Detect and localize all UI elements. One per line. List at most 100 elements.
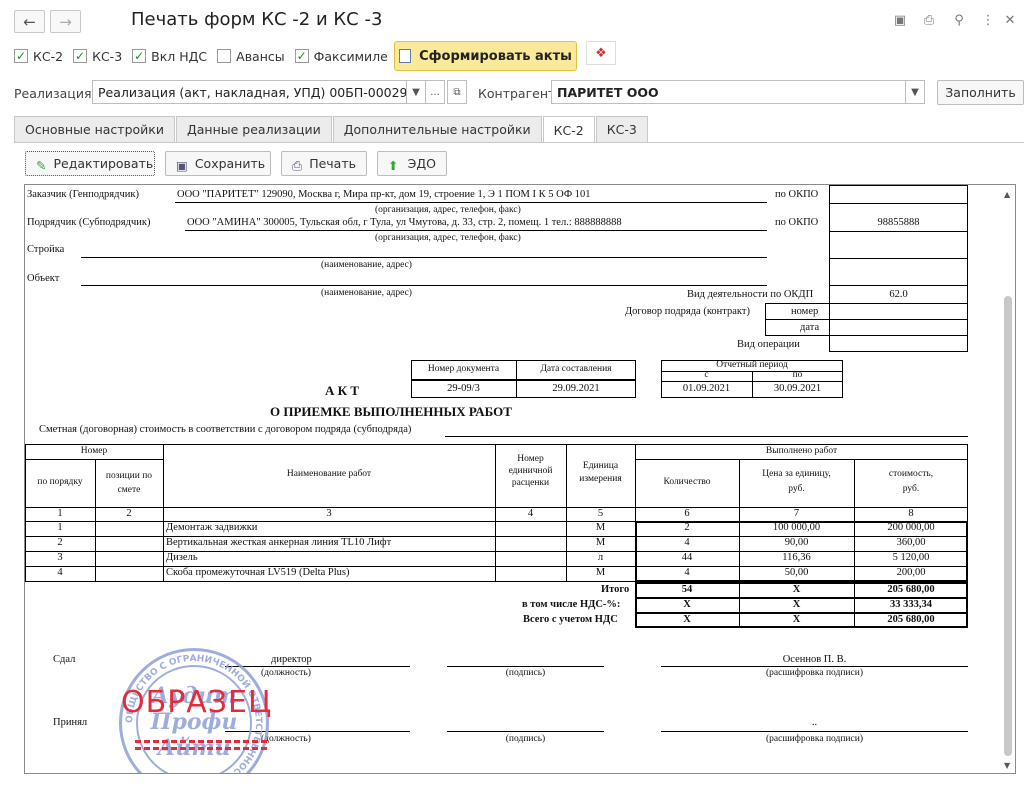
window-title: Печать форм КС -2 и КС -3	[131, 9, 383, 30]
docdate-value: 29.09.2021	[552, 383, 600, 394]
document-preview[interactable]: Заказчик (Генподрядчик) ООО "ПАРИТЕТ" 12…	[24, 184, 1016, 774]
back-button[interactable]: ←	[14, 10, 45, 33]
customer-value: ООО "ПАРИТЕТ" 129090, Москва г, Мира пр-…	[177, 189, 591, 200]
edit-button[interactable]: ✎ Редактировать	[25, 151, 155, 176]
contractor-value: ООО "АМИНА" 300005, Тульская обл, г Тула…	[187, 217, 622, 228]
period-to-label: по	[792, 370, 803, 380]
h-unit1: Единица	[582, 461, 619, 471]
position-caption: (должность)	[261, 668, 311, 678]
period-header: Отчетный период	[716, 360, 788, 370]
checkbox-checked-icon: ✓	[14, 49, 28, 63]
col-num-8: 8	[908, 508, 914, 519]
checkbox-checked-icon: ✓	[294, 49, 309, 63]
col-num-3: 3	[326, 508, 332, 519]
checkbox-advances[interactable]: Авансы	[217, 49, 285, 64]
vertical-scrollbar[interactable]: ▲ ▼	[1001, 186, 1015, 773]
col-num-5: 5	[597, 508, 604, 519]
open-icon[interactable]: ⧉	[447, 80, 467, 104]
realization-dropdown[interactable]: ▼	[406, 80, 426, 104]
realization-field[interactable]: Реализация (акт, накладная, УПД) 00БП-00…	[92, 80, 407, 104]
printer-icon[interactable]: ⎙	[919, 10, 939, 30]
handed-label: Сдал	[53, 654, 76, 665]
customer-label: Заказчик (Генподрядчик)	[27, 189, 139, 200]
h-qty: Количество	[663, 477, 711, 487]
okdp-value: 62.0	[889, 289, 908, 300]
docnum-value: 29-09/3	[447, 383, 480, 394]
checkbox-vat[interactable]: ✓ Вкл НДС	[132, 49, 207, 64]
counterparty-label: Контрагент:	[478, 86, 560, 101]
counterparty-field[interactable]: ПАРИТЕТ ООО	[551, 80, 906, 104]
org-caption: (организация, адрес, телефон, факс)	[375, 233, 521, 243]
okpo-label: по ОКПО	[775, 217, 819, 228]
scrollbar-thumb[interactable]	[1004, 296, 1012, 756]
col-num-2: 2	[126, 508, 132, 519]
tab-additional-settings[interactable]: Дополнительные настройки	[332, 116, 542, 142]
chevron-down-icon: ▼	[412, 86, 420, 98]
date-label: дата	[800, 322, 820, 333]
checkbox-ks3[interactable]: ✓ КС-3	[73, 49, 122, 64]
total-label: Итого	[601, 584, 630, 595]
forward-button[interactable]: →	[50, 10, 81, 33]
estimate-text: Сметная (договорная) стоимость в соответ…	[39, 424, 412, 435]
col-num-7: 7	[793, 508, 800, 519]
position-caption: (должность)	[261, 734, 311, 744]
document-icon	[399, 49, 412, 63]
h-name: Наименование работ	[286, 469, 372, 479]
scroll-up-icon[interactable]: ▲	[1004, 190, 1010, 199]
col-num-4: 4	[527, 508, 534, 519]
name-caption: (наименование, адрес)	[321, 288, 412, 298]
tab-main-settings[interactable]: Основные настройки	[14, 116, 175, 142]
generate-acts-button[interactable]: Сформировать акты	[394, 41, 577, 71]
counterparty-dropdown[interactable]: ▼	[905, 80, 925, 104]
close-icon[interactable]: ✕	[1000, 10, 1020, 30]
checkbox-facsimile[interactable]: ✓ Факсимиле	[294, 49, 388, 64]
received-label: Принял	[53, 717, 88, 728]
col-num-1: 1	[57, 508, 63, 519]
vat-label: в том числе НДС-%:	[522, 599, 621, 610]
save-button[interactable]: ▣ Сохранить	[165, 151, 271, 176]
edo-button[interactable]: ⬆ ЭДО	[377, 151, 447, 176]
vat-cost: 33 333,34	[890, 599, 932, 610]
stamp-underline	[135, 747, 267, 750]
received-name: ..	[811, 717, 818, 728]
grand-x2: X	[792, 614, 801, 625]
realization-label: Реализация:	[14, 86, 96, 101]
h-cost1: стоимость,	[888, 469, 934, 479]
checkbox-ks2[interactable]: ✓ КС-2	[14, 49, 63, 64]
h-pos1: позиции по	[105, 471, 153, 481]
logo-icon[interactable]: ❖	[586, 41, 616, 65]
handed-position: директор	[271, 654, 312, 665]
more-icon[interactable]: ⋮	[978, 10, 998, 30]
fill-button[interactable]: Заполнить	[937, 80, 1024, 105]
h-order: по порядку	[37, 477, 83, 487]
h-unitnum1: Номер	[517, 454, 544, 464]
h-pos2: смете	[117, 485, 141, 495]
grand-label: Всего с учетом НДС	[523, 614, 618, 625]
period-to: 30.09.2021	[773, 383, 822, 394]
tab-realization-data[interactable]: Данные реализации	[175, 116, 332, 142]
col-num-6: 6	[684, 508, 690, 519]
docdate-header: Дата составления	[540, 364, 612, 374]
realization-select[interactable]: ...	[425, 80, 445, 104]
tab-ks3[interactable]: КС-3	[595, 116, 648, 142]
tab-ks2[interactable]: КС-2	[542, 116, 595, 143]
operation-label: Вид операции	[737, 339, 800, 350]
okpo-label: по ОКПО	[775, 189, 819, 200]
chevron-down-icon: ▼	[911, 86, 919, 98]
handed-name: Осеннов П. В.	[782, 654, 847, 665]
h-done: Выполнено работ	[765, 446, 838, 456]
save-icon[interactable]: ▣	[890, 10, 910, 30]
scroll-down-icon[interactable]: ▼	[1004, 761, 1010, 770]
h-unit2: измерения	[579, 474, 622, 484]
sign-caption: (подпись)	[505, 734, 546, 744]
org-caption: (организация, адрес, телефон, факс)	[375, 205, 521, 215]
preview-icon[interactable]: ⚲	[949, 10, 969, 30]
print-button[interactable]: ⎙ Печать	[281, 151, 367, 176]
decode-caption: (расшифровка подписи)	[766, 668, 863, 678]
h-price1: Цена за единицу,	[762, 469, 831, 479]
period-from: 01.09.2021	[682, 383, 731, 394]
contractor-label: Подрядчик (Субподрядчик)	[27, 217, 151, 228]
act-title: А К Т	[325, 383, 359, 398]
sign-caption: (подпись)	[505, 668, 546, 678]
object-label: Объект	[27, 273, 60, 284]
